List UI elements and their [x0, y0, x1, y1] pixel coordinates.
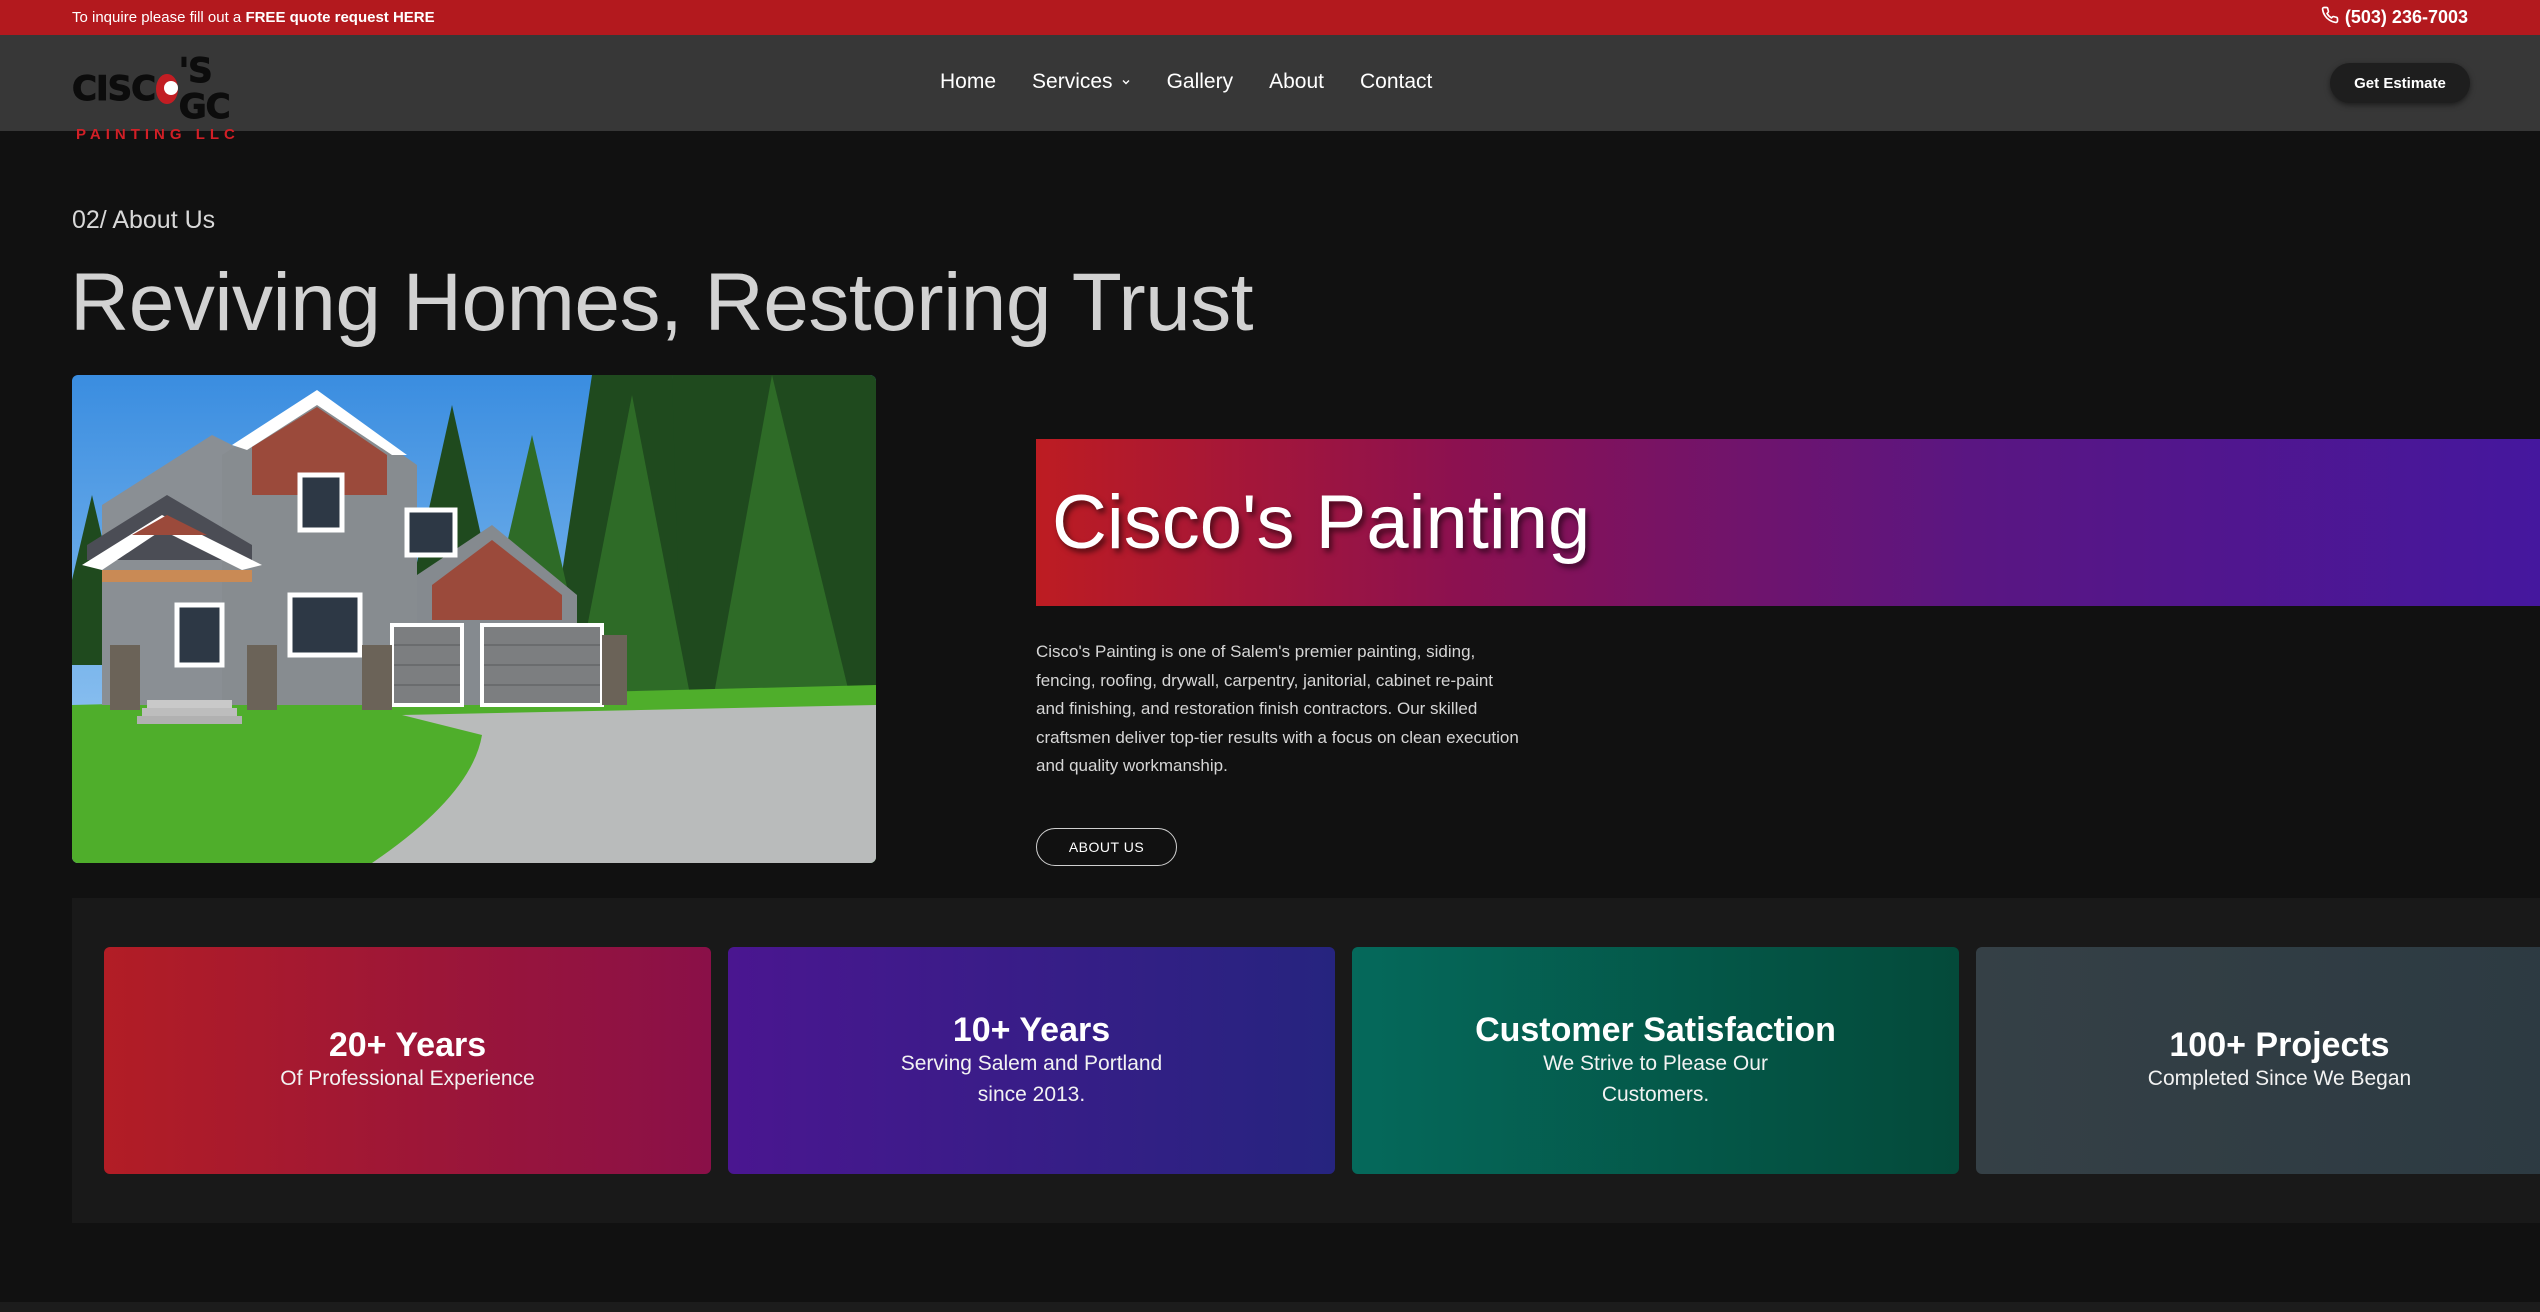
chevron-down-icon	[1122, 80, 1130, 85]
nav-contact[interactable]: Contact	[1360, 70, 1432, 94]
main-nav: Home Services Gallery About Contact	[940, 70, 1432, 94]
nav-gallery[interactable]: Gallery	[1167, 70, 1234, 94]
announcement-bar: To inquire please fill out a FREE quote …	[0, 0, 2540, 35]
house-photo	[72, 375, 876, 863]
stats-section: 20+ Years Of Professional Experience 10+…	[72, 898, 2540, 1223]
paint-roller-icon	[156, 74, 178, 104]
section-eyebrow: 02/ About Us	[72, 206, 216, 234]
stat-card-service-area: 10+ Years Serving Salem and Portland sin…	[728, 947, 1335, 1174]
get-estimate-button[interactable]: Get Estimate	[2330, 63, 2470, 103]
stat-title: 10+ Years	[952, 1010, 1111, 1049]
stat-title: 20+ Years	[328, 1026, 487, 1064]
site-header: CISC 'S GC PAINTING LLC Home Services Gal…	[0, 35, 2540, 144]
nav-services-label: Services	[1032, 70, 1113, 93]
quote-request-link[interactable]: FREE quote request HERE	[245, 9, 434, 26]
phone-link[interactable]: (503) 236-7003	[2321, 6, 2468, 29]
stat-card-projects: 100+ Projects Completed Since We Began	[1976, 947, 2540, 1174]
stat-subtitle: We Strive to Please Our Customers.	[1543, 1051, 1768, 1106]
about-description: Cisco's Painting is one of Salem's premi…	[1036, 642, 1519, 775]
brand-title: Cisco's Painting	[1052, 480, 1591, 565]
stat-subtitle: Of Professional Experience	[280, 1067, 535, 1090]
stat-subtitle: Serving Salem and Portland since 2013.	[900, 1051, 1163, 1106]
quote-request-message[interactable]: To inquire please fill out a FREE quote …	[72, 9, 435, 26]
stat-title: 100+ Projects	[2169, 1026, 2390, 1064]
stat-card-satisfaction: Customer Satisfaction We Strive to Pleas…	[1352, 947, 1959, 1174]
brand-banner: Cisco's Painting	[1036, 439, 2540, 606]
stat-title: Customer Satisfaction	[1475, 1010, 1836, 1049]
logo-wordmark: CISC 'S GC	[71, 51, 247, 127]
quote-message-prefix: To inquire please fill out a	[72, 9, 246, 26]
about-us-button[interactable]: ABOUT US	[1036, 828, 1177, 866]
phone-number: (503) 236-7003	[2344, 7, 2468, 27]
nav-about[interactable]: About	[1269, 70, 1324, 94]
stat-card-experience: 20+ Years Of Professional Experience	[104, 947, 711, 1174]
nav-home[interactable]: Home	[940, 70, 996, 94]
next-section-edge	[0, 1302, 2540, 1312]
company-logo[interactable]: CISC 'S GC PAINTING LLC	[71, 53, 247, 144]
page-headline: Reviving Homes, Restoring Trust	[70, 257, 1254, 348]
logo-subtitle: PAINTING LLC	[76, 126, 240, 143]
logo-text-part-1: CISC	[71, 69, 156, 109]
nav-services[interactable]: Services	[1032, 70, 1131, 94]
stat-subtitle: Completed Since We Began	[2147, 1067, 2412, 1090]
phone-icon	[2321, 6, 2339, 29]
logo-text-part-2: 'S GC	[178, 51, 231, 127]
